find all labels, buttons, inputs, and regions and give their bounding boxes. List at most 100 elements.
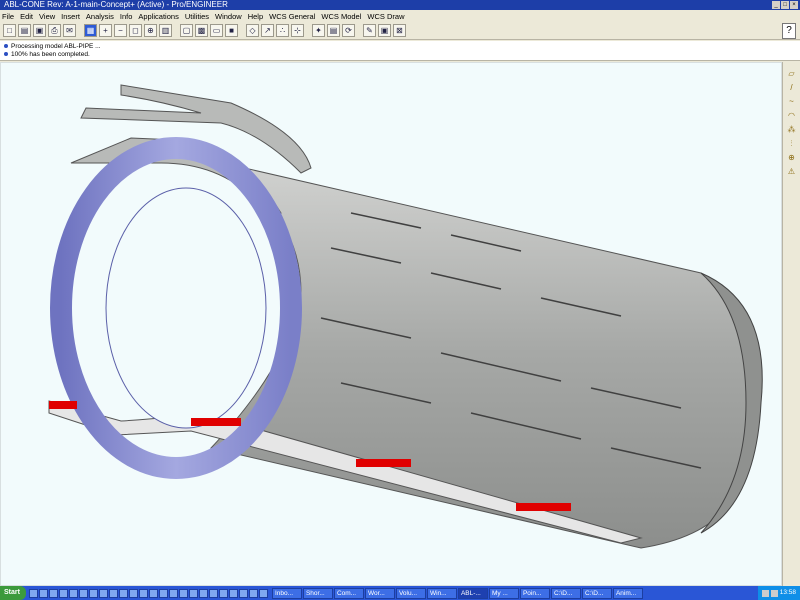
save-icon[interactable]: ▣ [33, 24, 46, 37]
round-icon[interactable]: ◠ [786, 110, 797, 121]
taskbar-button[interactable]: C:\D... [550, 587, 581, 599]
menu-edit[interactable]: Edit [20, 12, 33, 21]
window-title-bar: ABL-CONE Rev: A-1-main-Concept+ (Active)… [0, 0, 800, 10]
quick-launch-icon[interactable] [158, 588, 168, 598]
spin-center-icon[interactable]: ✦ [312, 24, 325, 37]
warning-icon[interactable]: ⚠ [786, 166, 797, 177]
quick-launch-icon[interactable] [128, 588, 138, 598]
menu-utilities[interactable]: Utilities [185, 12, 209, 21]
select-icon[interactable]: ▤ [327, 24, 340, 37]
model-view[interactable] [1, 63, 783, 587]
wireframe-icon[interactable]: ▢ [180, 24, 193, 37]
taskbar-button[interactable]: Volu... [395, 587, 426, 599]
info-bullet-icon [4, 52, 8, 57]
maximize-button[interactable]: □ [781, 1, 789, 9]
quick-launch-icon[interactable] [88, 588, 98, 598]
quick-launch-icon[interactable] [248, 588, 258, 598]
quick-launch-icon[interactable] [208, 588, 218, 598]
pencil-icon[interactable]: ✎ [363, 24, 376, 37]
mirror-icon[interactable]: ⫶ [786, 138, 797, 149]
quick-launch-icon[interactable] [98, 588, 108, 598]
quick-launch-icon[interactable] [148, 588, 158, 598]
volume-icon[interactable] [770, 589, 778, 597]
quick-launch-icon[interactable] [68, 588, 78, 598]
zoom-out-icon[interactable]: − [114, 24, 127, 37]
open-icon[interactable]: ▤ [18, 24, 31, 37]
close-button[interactable]: × [790, 1, 798, 9]
taskbar-button[interactable]: Anim... [612, 587, 643, 599]
menu-analysis[interactable]: Analysis [86, 12, 114, 21]
quick-launch [28, 588, 268, 598]
taskbar-button[interactable]: My ... [488, 587, 519, 599]
toolbar-separator [306, 24, 310, 37]
repaint-icon[interactable]: ▦ [84, 24, 97, 37]
shading-icon[interactable]: ■ [225, 24, 238, 37]
menu-wcs-draw[interactable]: WCS Draw [367, 12, 404, 21]
clock: 13:58 [779, 589, 796, 596]
menu-insert[interactable]: Insert [61, 12, 80, 21]
email-icon[interactable]: ✉ [63, 24, 76, 37]
curve-icon[interactable]: ~ [786, 96, 797, 107]
csys-icon[interactable]: ⊕ [786, 152, 797, 163]
menu-applications[interactable]: Applications [138, 12, 178, 21]
taskbar-button[interactable]: Inbo... [271, 587, 302, 599]
taskbar-button[interactable]: Wor... [364, 587, 395, 599]
quick-launch-icon[interactable] [58, 588, 68, 598]
line-icon[interactable]: / [786, 82, 797, 93]
orient-icon[interactable]: ⊕ [144, 24, 157, 37]
menu-wcs-general[interactable]: WCS General [269, 12, 315, 21]
quick-launch-icon[interactable] [228, 588, 238, 598]
menu-help[interactable]: Help [248, 12, 263, 21]
help-icon[interactable]: ? [782, 23, 796, 39]
menu-info[interactable]: Info [120, 12, 133, 21]
quick-launch-icon[interactable] [218, 588, 228, 598]
quick-launch-icon[interactable] [38, 588, 48, 598]
quick-launch-icon[interactable] [108, 588, 118, 598]
quick-launch-icon[interactable] [168, 588, 178, 598]
quick-launch-icon[interactable] [258, 588, 268, 598]
taskbar-button[interactable]: Win... [426, 587, 457, 599]
csys-icon[interactable]: ⊹ [291, 24, 304, 37]
view-manager-icon[interactable]: ▥ [159, 24, 172, 37]
model-tree-icon[interactable]: ⟳ [342, 24, 355, 37]
quick-launch-icon[interactable] [178, 588, 188, 598]
minimize-button[interactable]: _ [772, 1, 780, 9]
sketch-icon[interactable]: ▱ [786, 68, 797, 79]
menu-view[interactable]: View [39, 12, 55, 21]
quick-launch-icon[interactable] [188, 588, 198, 598]
taskbar-button[interactable]: Com... [333, 587, 364, 599]
taskbar-button[interactable]: Poin... [519, 587, 550, 599]
quick-launch-icon[interactable] [48, 588, 58, 598]
quick-launch-icon[interactable] [78, 588, 88, 598]
quick-launch-icon[interactable] [138, 588, 148, 598]
quick-launch-icon[interactable] [118, 588, 128, 598]
quick-launch-icon[interactable] [198, 588, 208, 598]
menu-wcs-model[interactable]: WCS Model [321, 12, 361, 21]
feature-toolbar: ▱ / ~ ◠ ⁂ ⫶ ⊕ ⚠ [782, 62, 800, 586]
menu-window[interactable]: Window [215, 12, 242, 21]
zoom-in-icon[interactable]: + [99, 24, 112, 37]
taskbar-button[interactable]: ABL-... [457, 587, 488, 599]
network-icon[interactable] [761, 589, 769, 597]
windows-taskbar: Start Inbo... Shor... Com... Wor... Volu... W… [0, 586, 800, 600]
datum-axis-icon[interactable]: ↗ [261, 24, 274, 37]
menu-file[interactable]: File [2, 12, 14, 21]
graphics-window[interactable] [0, 62, 782, 586]
datum-plane-icon[interactable]: ◇ [246, 24, 259, 37]
hidden-line-icon[interactable]: ▩ [195, 24, 208, 37]
start-button[interactable]: Start [0, 586, 26, 600]
quick-launch-icon[interactable] [28, 588, 38, 598]
refit-icon[interactable]: ◻ [129, 24, 142, 37]
pattern-icon[interactable]: ⁂ [786, 124, 797, 135]
no-hidden-icon[interactable]: ▭ [210, 24, 223, 37]
info-bullet-icon [4, 44, 8, 49]
task-list: Inbo... Shor... Com... Wor... Volu... Win... A… [271, 587, 643, 599]
new-icon[interactable]: □ [3, 24, 16, 37]
taskbar-button[interactable]: Shor... [302, 587, 333, 599]
close-window-icon[interactable]: ⊠ [393, 24, 406, 37]
taskbar-button[interactable]: C:\D... [581, 587, 612, 599]
quick-launch-icon[interactable] [238, 588, 248, 598]
datum-point-icon[interactable]: ∴ [276, 24, 289, 37]
print-icon[interactable]: ⎙ [48, 24, 61, 37]
window-icon[interactable]: ▣ [378, 24, 391, 37]
